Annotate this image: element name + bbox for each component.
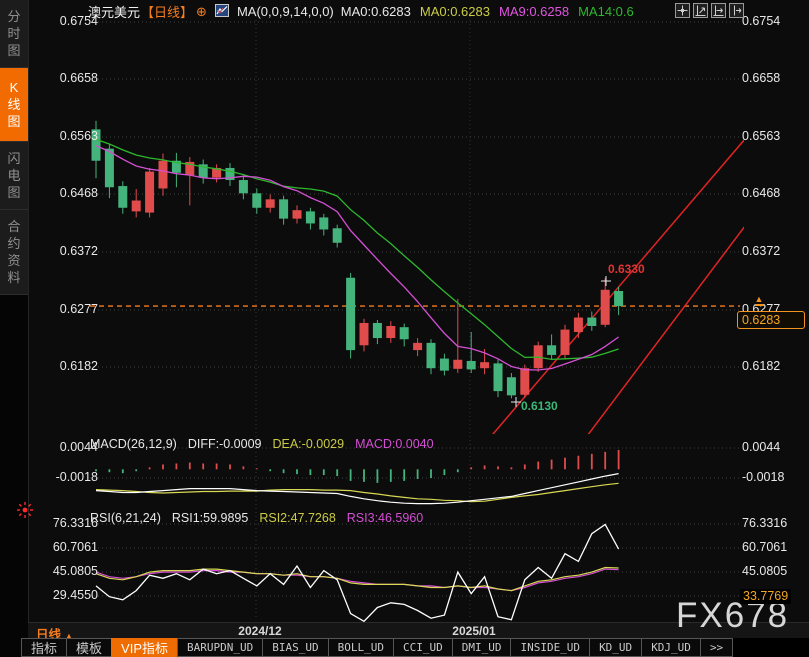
indicator-tab-bar: 指标 模板 VIP指标 BARUPDN_UD BIAS_UD BOLL_UD CCI_UD D… <box>21 638 809 657</box>
rsi-layer <box>95 523 620 623</box>
axis-label: 0.0044 <box>742 440 781 454</box>
axis-label: 0.0044 <box>59 440 98 454</box>
symbol-title: 澳元美元 <box>88 5 141 20</box>
axis-label: 0.6754 <box>742 14 781 28</box>
axis-label: 0.6563 <box>742 129 781 143</box>
macd-layer <box>95 449 620 505</box>
tab-more[interactable]: >> <box>699 638 734 657</box>
fit-y-axis-icon[interactable] <box>693 3 708 18</box>
rsi1-value: RSI1:59.9895 <box>171 511 249 525</box>
tab-vip-indicator[interactable]: VIP指标 <box>111 638 178 657</box>
axis-label: -0.0018 <box>742 470 785 484</box>
rsi2-value: RSI2:47.7268 <box>259 511 336 525</box>
rsi-title: RSI(6,21,24) <box>90 511 161 525</box>
chart-header: 澳元美元 【日线】 ⊕ MA(0,0,9,14,0,0) MA0:0.6283 M… <box>88 2 643 21</box>
tab-bias[interactable]: BIAS_UD <box>262 638 329 657</box>
tab-cci[interactable]: CCI_UD <box>392 638 453 657</box>
axis-label: 0.6468 <box>742 186 781 200</box>
alert-sun-icon[interactable] <box>16 501 34 524</box>
macd-title: MACD(26,12,9) <box>90 437 177 451</box>
axis-label: 45.0805 <box>742 564 788 578</box>
ma-readout-1: MA0:0.6283 <box>419 4 490 19</box>
axis-label: 29.4550 <box>52 588 98 602</box>
current-price-badge: 0.6283 <box>737 311 805 329</box>
macd-macd-value: MACD:0.0040 <box>355 437 434 451</box>
trading-terminal: 分时图K线图闪电图合约资料 澳元美元 【日线】 ⊕ MA(0,0,9,14,0,… <box>0 0 809 657</box>
axis-label: 60.7061 <box>742 540 788 554</box>
period-tag: 【日线】 <box>141 5 194 20</box>
tab-template[interactable]: 模板 <box>66 638 113 657</box>
axis-label: 60.7061 <box>52 540 98 554</box>
axis-label: 0.6372 <box>742 244 781 258</box>
axis-label: 0.6658 <box>742 71 781 85</box>
chart-canvas[interactable] <box>0 0 809 657</box>
expand-icon[interactable]: ⊕ <box>196 4 207 20</box>
gridlines <box>90 8 740 620</box>
price-marker-icon: ▲ <box>754 294 764 306</box>
axis-label: 0.6563 <box>59 129 98 143</box>
pane-split-icon[interactable] <box>729 3 744 18</box>
rsi-last-value-badge: 33.7769 <box>740 589 792 604</box>
axis-label: 76.3316 <box>742 516 788 530</box>
tab-indicator[interactable]: 指标 <box>21 638 68 657</box>
tab-barupdn[interactable]: BARUPDN_UD <box>177 638 264 657</box>
axis-label: 0.6182 <box>59 359 98 373</box>
high-annotation: 0.6330 <box>608 262 645 276</box>
candles-layer <box>91 120 624 399</box>
pan-crosshair-icon[interactable] <box>675 3 690 18</box>
low-annotation: 0.6130 <box>521 399 558 413</box>
axis-label: 0.6468 <box>59 186 98 200</box>
ma-readout-0: MA0:0.6283 <box>340 4 411 19</box>
axis-label: 0.6372 <box>59 244 98 258</box>
axis-label: 76.3316 <box>52 516 98 530</box>
axis-label: 0.6277 <box>59 302 98 316</box>
axis-label: 0.6658 <box>59 71 98 85</box>
date-tick-label: 2025/01 <box>452 624 496 638</box>
fit-x-axis-icon[interactable] <box>711 3 726 18</box>
ma-formula-label: MA(0,0,9,14,0,0) <box>236 4 334 19</box>
rsi3-value: RSI3:46.5960 <box>346 511 424 525</box>
macd-readout-row: MACD(26,12,9) DIFF:-0.0009 DEA:-0.0029 M… <box>90 437 434 451</box>
chart-type-icon[interactable] <box>214 3 229 20</box>
macd-dea-value: DEA:-0.0029 <box>272 437 345 451</box>
rsi-readout-row: RSI(6,21,24) RSI1:59.9895 RSI2:47.7268 R… <box>90 511 423 525</box>
tab-kd[interactable]: KD_UD <box>589 638 643 657</box>
tab-dmi[interactable]: DMI_UD <box>451 638 512 657</box>
axis-label: 45.0805 <box>52 564 98 578</box>
tab-boll[interactable]: BOLL_UD <box>327 638 394 657</box>
ma-readout-3: MA14:0.6 <box>578 4 634 19</box>
ma-readout-2: MA9:0.6258 <box>498 4 570 19</box>
ma-lines <box>95 138 619 371</box>
axis-label: 0.6182 <box>742 359 781 373</box>
chart-toolbar <box>675 3 744 18</box>
axis-label: -0.0018 <box>55 470 98 484</box>
date-tick-label: 2024/12 <box>238 624 282 638</box>
macd-diff-value: DIFF:-0.0009 <box>187 437 262 451</box>
tab-inside[interactable]: INSIDE_UD <box>510 638 591 657</box>
tab-kdj[interactable]: KDJ_UD <box>641 638 701 657</box>
ma-readouts: MA0:0.6283 MA0:0.6283 MA9:0.6258 MA14:0.6 <box>341 4 643 19</box>
